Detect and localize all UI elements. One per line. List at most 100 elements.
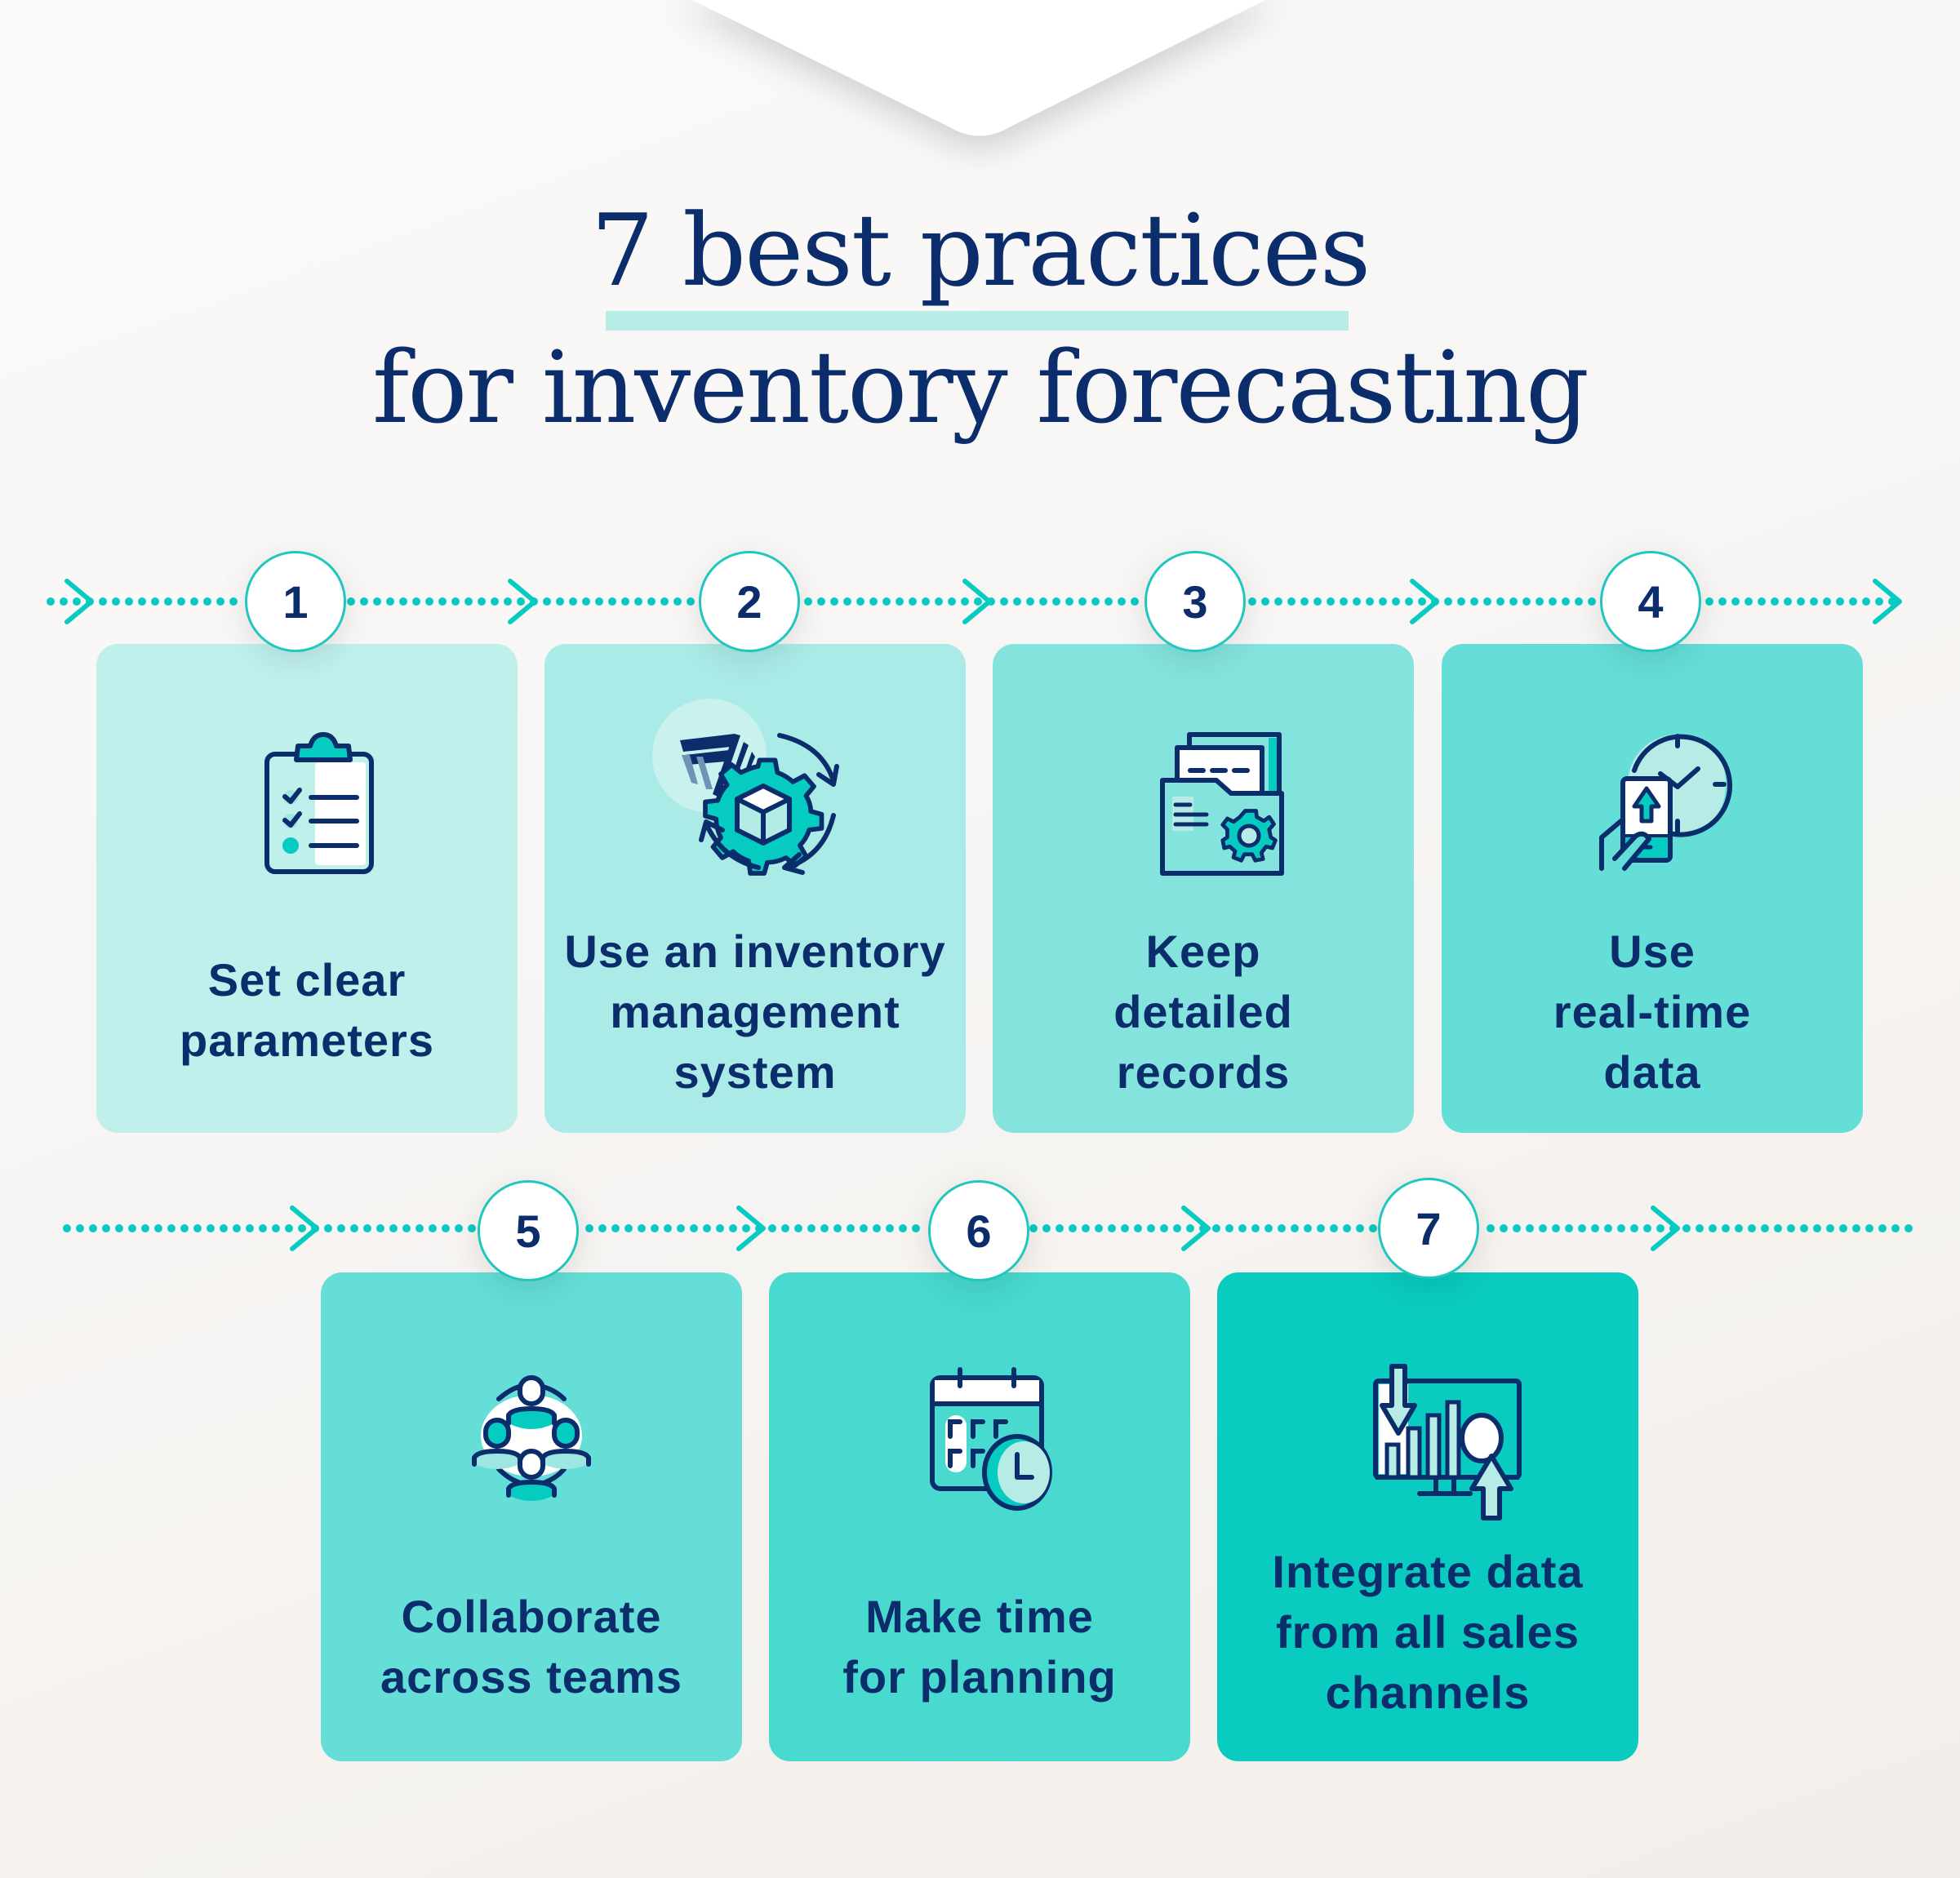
timeline-dot xyxy=(429,1224,437,1232)
step-card-2: Use an inventory management system xyxy=(544,644,966,1133)
timeline-dot xyxy=(1575,597,1583,606)
timeline-dot xyxy=(1839,1224,1847,1232)
timeline-dot xyxy=(1823,597,1831,606)
timeline-dot xyxy=(1095,1224,1103,1232)
timeline-dot xyxy=(1118,597,1126,606)
timeline-dot xyxy=(598,1224,607,1232)
step-label-3: Keep detailed records xyxy=(1001,921,1406,1103)
timeline-dot xyxy=(974,597,982,606)
timeline-dot xyxy=(1134,1224,1142,1232)
step-number-badge-6: 6 xyxy=(928,1180,1029,1281)
timeline-dot xyxy=(742,1224,750,1232)
timeline-dot xyxy=(164,597,172,606)
timeline-dot xyxy=(1771,597,1779,606)
step-card-5: Collaborate across teams xyxy=(321,1272,742,1761)
timeline-dot xyxy=(1813,1224,1821,1232)
timeline-dot xyxy=(1774,1224,1782,1232)
timeline-dot xyxy=(817,597,825,606)
timeline-dot xyxy=(556,597,564,606)
timeline-dot xyxy=(347,597,355,606)
timeline-dot xyxy=(1356,1224,1364,1232)
timeline-dot xyxy=(1304,1224,1312,1232)
timeline-dot xyxy=(285,1224,293,1232)
timeline-dot xyxy=(402,1224,411,1232)
timeline-dot xyxy=(1696,1224,1704,1232)
timeline-dot xyxy=(755,1224,763,1232)
timeline-dot xyxy=(167,1224,176,1232)
timeline-dot xyxy=(1313,597,1322,606)
step-label-4: Use real-time data xyxy=(1450,921,1855,1103)
timeline-dot xyxy=(1069,1224,1077,1232)
timeline-dot xyxy=(455,1224,463,1232)
timeline-dot xyxy=(1758,597,1766,606)
timeline-dot xyxy=(229,597,238,606)
timeline-dot xyxy=(102,1224,110,1232)
timeline-dot xyxy=(389,1224,398,1232)
timeline-dot xyxy=(768,1224,776,1232)
timeline-dot xyxy=(190,597,198,606)
timeline-dot xyxy=(807,1224,816,1232)
chevron-right-icon xyxy=(64,579,94,624)
timeline-dot xyxy=(233,1224,241,1232)
timeline-dot xyxy=(873,1224,881,1232)
timeline-dot xyxy=(1849,597,1857,606)
timeline-dot xyxy=(1121,1224,1129,1232)
timeline-dot xyxy=(1091,597,1100,606)
timeline-dot xyxy=(416,1224,424,1232)
timeline-dot xyxy=(830,597,838,606)
timeline-dot xyxy=(1526,1224,1534,1232)
timeline-dot xyxy=(1784,597,1792,606)
timeline-dot xyxy=(909,597,917,606)
timeline-dot xyxy=(1042,1224,1051,1232)
step-number-badge-2: 2 xyxy=(699,551,800,652)
label-line: detailed xyxy=(1113,986,1293,1037)
timeline-dot xyxy=(86,597,94,606)
timeline-dot xyxy=(582,597,590,606)
timeline-dot xyxy=(948,597,956,606)
timeline-dot xyxy=(634,597,642,606)
timeline-dot xyxy=(843,597,851,606)
timeline-dot xyxy=(425,597,433,606)
timeline-dot xyxy=(703,1224,711,1232)
timeline-dot xyxy=(1104,597,1113,606)
timeline-dot xyxy=(660,597,669,606)
folder-records-gear-icon xyxy=(1160,732,1284,876)
timeline-dot xyxy=(1682,1224,1691,1232)
step-number-badge-3: 3 xyxy=(1144,551,1246,652)
timeline-dot xyxy=(246,1224,254,1232)
timeline-dot xyxy=(89,1224,97,1232)
label-line: Collaborate xyxy=(401,1591,662,1642)
timeline-dot xyxy=(1862,597,1870,606)
timeline-dot xyxy=(1147,1224,1155,1232)
timeline-dot xyxy=(1108,1224,1116,1232)
timeline-dot xyxy=(1604,1224,1612,1232)
timeline-dot xyxy=(1131,597,1139,606)
monitor-chart-arrows-icon xyxy=(1373,1364,1522,1521)
timeline-dot xyxy=(647,597,656,606)
timeline-dot xyxy=(1748,1224,1756,1232)
timeline-dot xyxy=(1797,597,1805,606)
timeline-dot xyxy=(115,1224,123,1232)
step-number-1: 1 xyxy=(282,575,309,628)
timeline-dot xyxy=(1026,597,1034,606)
timeline-dot xyxy=(1522,597,1531,606)
timeline-dot xyxy=(177,597,185,606)
timeline-dot xyxy=(1431,597,1439,606)
timeline-dot xyxy=(1718,597,1727,606)
timeline-dot xyxy=(912,1224,920,1232)
timeline-dot xyxy=(180,1224,189,1232)
timeline-dot xyxy=(1065,597,1073,606)
timeline-dot xyxy=(687,597,695,606)
timeline-dot xyxy=(1875,597,1883,606)
chevron-right-icon xyxy=(1181,1205,1211,1251)
timeline-dot xyxy=(1787,1224,1795,1232)
timeline-dot xyxy=(125,597,133,606)
timeline-dot xyxy=(899,1224,907,1232)
timeline-dot xyxy=(478,597,486,606)
timeline-dot xyxy=(1735,1224,1743,1232)
timeline-dot xyxy=(886,1224,894,1232)
timeline-dot xyxy=(569,597,577,606)
timeline-dot xyxy=(1722,1224,1730,1232)
timeline-dot xyxy=(1591,1224,1599,1232)
timeline-dot xyxy=(1800,1224,1808,1232)
